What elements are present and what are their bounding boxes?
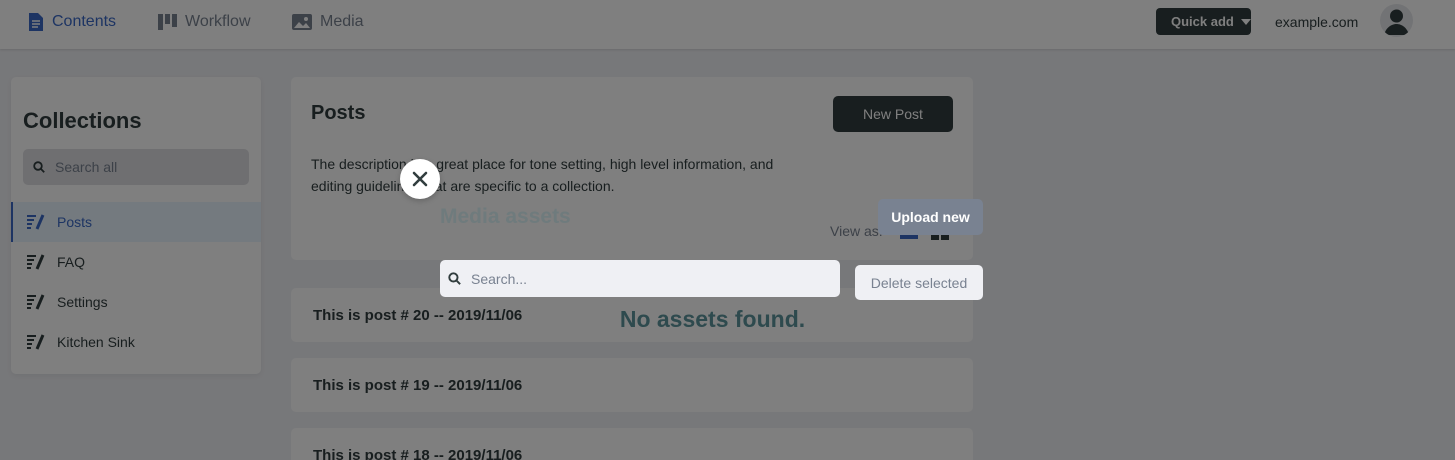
media-modal-title: Media assets xyxy=(440,205,571,228)
search-icon xyxy=(448,272,461,285)
modal-overlay[interactable] xyxy=(0,0,1455,460)
empty-assets-message: No assets found. xyxy=(619,306,806,332)
media-search-input[interactable]: Search... xyxy=(440,260,840,297)
upload-new-button[interactable]: Upload new xyxy=(878,199,983,235)
close-button[interactable] xyxy=(400,159,440,199)
close-icon xyxy=(412,171,428,187)
delete-selected-button[interactable]: Delete selected xyxy=(855,265,983,300)
media-search-placeholder: Search... xyxy=(471,270,528,287)
